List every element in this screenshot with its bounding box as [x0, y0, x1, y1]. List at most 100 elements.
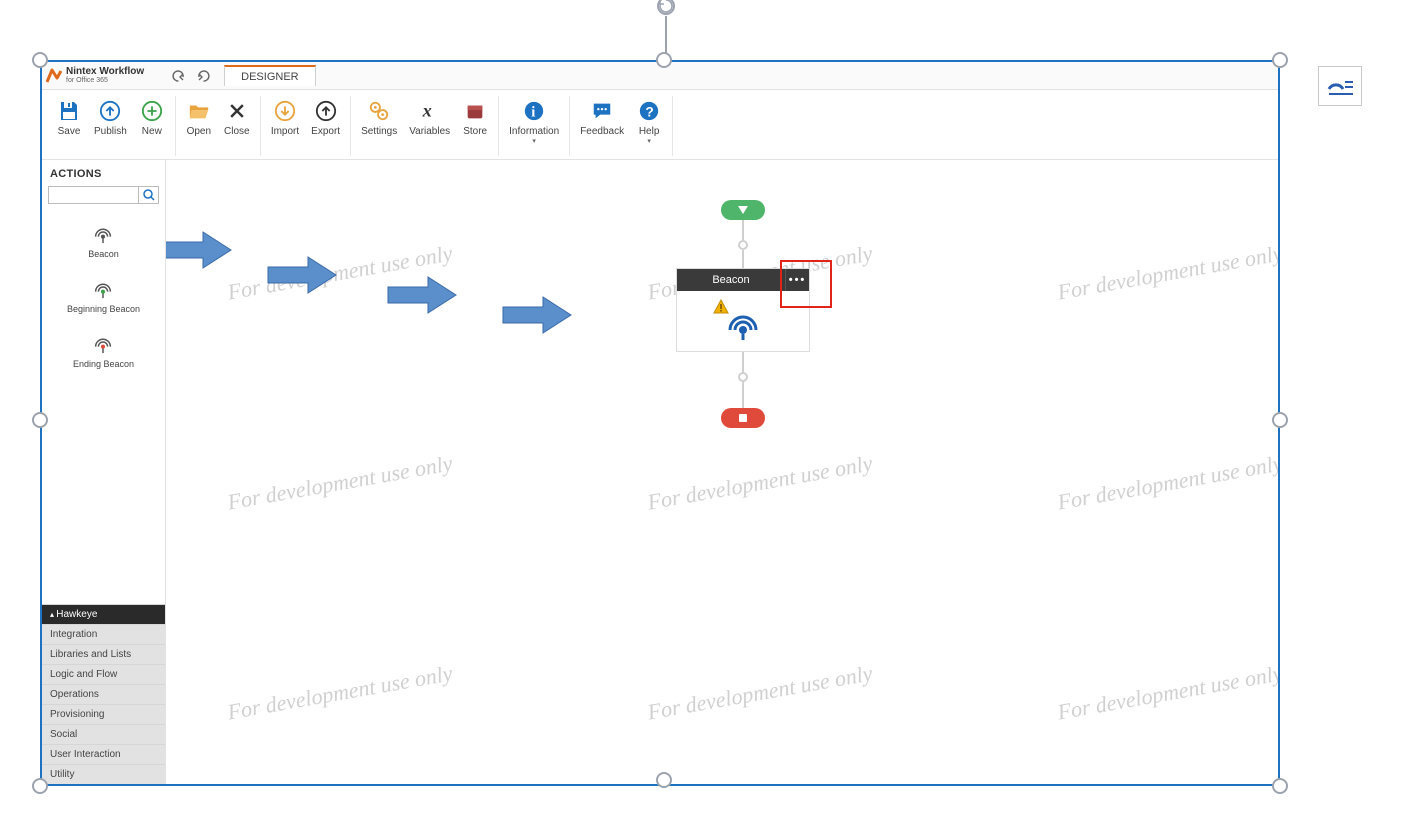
help-icon: ?	[636, 98, 662, 124]
action-beginning-beacon[interactable]: Beginning Beacon	[42, 269, 165, 324]
category-hawkeye[interactable]: Hawkeye	[42, 604, 165, 624]
chevron-down-icon: ▾	[647, 137, 651, 145]
app-subtitle: for Office 365	[66, 77, 144, 84]
watermark: For development use only	[1055, 240, 1278, 305]
connector-line	[742, 250, 744, 268]
workflow-canvas[interactable]: For development use only For development…	[166, 160, 1278, 784]
open-icon	[186, 98, 212, 124]
category-provisioning[interactable]: Provisioning	[42, 704, 165, 724]
chevron-down-icon: ▾	[532, 137, 536, 145]
ellipsis-icon: •••	[789, 274, 807, 286]
feedback-button[interactable]: Feedback	[574, 96, 630, 156]
layout-options-button[interactable]	[1318, 66, 1362, 106]
annotation-arrow-icon	[166, 230, 233, 270]
category-user-interaction[interactable]: User Interaction	[42, 744, 165, 764]
publish-button[interactable]: Publish	[88, 96, 133, 156]
watermark: For development use only	[225, 450, 454, 515]
close-button[interactable]: Close	[218, 96, 256, 156]
watermark: For development use only	[645, 660, 874, 725]
resize-handle-tl[interactable]	[32, 52, 48, 68]
resize-handle-tm[interactable]	[656, 52, 672, 68]
resize-handle-br[interactable]	[1272, 778, 1288, 794]
undo-icon	[172, 69, 186, 83]
resize-handle-mr[interactable]	[1272, 412, 1288, 428]
ending-beacon-icon	[91, 330, 117, 356]
search-button[interactable]	[138, 187, 158, 203]
undo-button[interactable]	[170, 67, 188, 85]
settings-button[interactable]: Settings	[355, 96, 403, 156]
export-button[interactable]: Export	[305, 96, 346, 156]
export-icon	[313, 98, 339, 124]
connector-line	[742, 352, 744, 372]
svg-text:?: ?	[645, 105, 653, 120]
category-utility[interactable]: Utility	[42, 764, 165, 784]
annotation-arrow-icon	[386, 275, 458, 315]
import-icon	[272, 98, 298, 124]
store-icon	[462, 98, 488, 124]
connector-line	[742, 382, 744, 408]
rotation-stem	[665, 16, 667, 56]
connector-dot[interactable]	[738, 372, 748, 382]
publish-icon	[97, 98, 123, 124]
new-button[interactable]: New	[133, 96, 171, 156]
resize-handle-tr[interactable]	[1272, 52, 1288, 68]
help-button[interactable]: ? Help ▾	[630, 96, 668, 156]
ribbon: Save Publish New Open Close	[42, 90, 1278, 160]
svg-text:i: i	[531, 105, 535, 121]
nintex-logo-icon	[46, 68, 62, 84]
information-icon: i	[521, 98, 547, 124]
category-libraries-and-lists[interactable]: Libraries and Lists	[42, 644, 165, 664]
tab-label: DESIGNER	[241, 71, 298, 83]
beginning-beacon-icon	[91, 275, 117, 301]
redo-icon	[196, 69, 210, 83]
resize-handle-ml[interactable]	[32, 412, 48, 428]
import-button[interactable]: Import	[265, 96, 305, 156]
node-menu-button[interactable]: •••	[785, 269, 809, 291]
redo-button[interactable]	[194, 67, 212, 85]
annotation-arrow-icon	[501, 295, 573, 335]
category-social[interactable]: Social	[42, 724, 165, 744]
category-logic-and-flow[interactable]: Logic and Flow	[42, 664, 165, 684]
node-body	[677, 291, 809, 351]
beacon-icon	[91, 220, 117, 246]
open-button[interactable]: Open	[180, 96, 218, 156]
variables-button[interactable]: x Variables	[403, 96, 456, 156]
watermark: For development use only	[225, 660, 454, 725]
workflow-end-node[interactable]	[721, 408, 765, 428]
watermark: For development use only	[1055, 660, 1278, 725]
play-down-icon	[737, 205, 749, 215]
actions-sidebar: ACTIONS Beacon Beginning Beacon E	[42, 160, 166, 784]
tab-designer[interactable]: DESIGNER	[224, 65, 315, 86]
resize-handle-bl[interactable]	[32, 778, 48, 794]
variables-icon: x	[417, 98, 443, 124]
category-integration[interactable]: Integration	[42, 624, 165, 644]
app-name: Nintex Workflow	[66, 67, 144, 77]
layout-options-icon	[1326, 75, 1354, 97]
workflow-start-node[interactable]	[721, 200, 765, 220]
resize-handle-bm[interactable]	[656, 772, 672, 788]
sidebar-search	[48, 186, 159, 204]
new-icon	[139, 98, 165, 124]
annotation-arrow-icon	[266, 255, 338, 295]
category-operations[interactable]: Operations	[42, 684, 165, 704]
close-icon	[224, 98, 250, 124]
connector-dot[interactable]	[738, 240, 748, 250]
sidebar-heading: ACTIONS	[42, 160, 165, 186]
rotation-handle[interactable]	[656, 0, 676, 16]
save-button[interactable]: Save	[50, 96, 88, 156]
watermark: For development use only	[645, 450, 874, 515]
workflow-node-beacon[interactable]: Beacon •••	[676, 268, 810, 352]
stop-icon	[738, 413, 748, 423]
app-logo: Nintex Workflow for Office 365	[46, 67, 144, 84]
feedback-icon	[589, 98, 615, 124]
action-ending-beacon[interactable]: Ending Beacon	[42, 324, 165, 379]
search-input[interactable]	[49, 187, 138, 203]
store-button[interactable]: Store	[456, 96, 494, 156]
embedded-screenshot-frame[interactable]: Nintex Workflow for Office 365 DESIGNER …	[40, 60, 1280, 786]
connector-line	[742, 220, 744, 240]
information-button[interactable]: i Information ▾	[503, 96, 565, 156]
svg-text:x: x	[421, 101, 431, 121]
node-title: Beacon	[677, 274, 785, 286]
watermark: For development use only	[1055, 450, 1278, 515]
action-beacon[interactable]: Beacon	[42, 214, 165, 269]
